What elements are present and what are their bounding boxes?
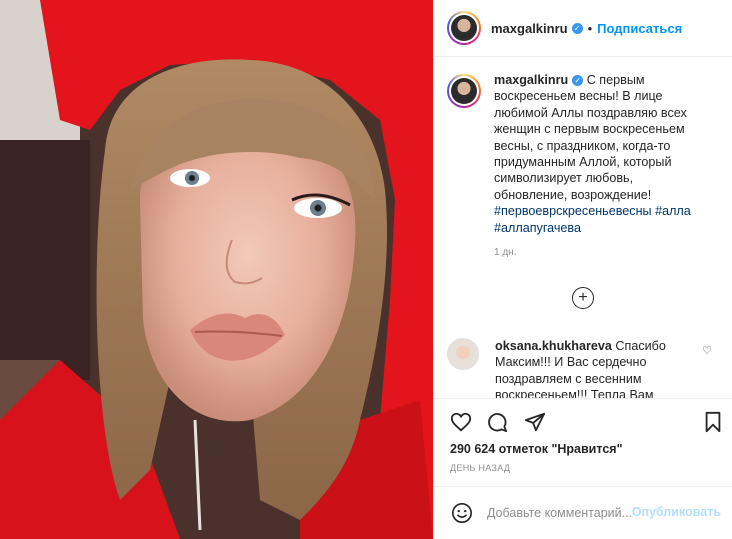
emoji-smile-icon[interactable] [451, 502, 473, 524]
post-timestamp[interactable]: ДЕНЬ НАЗАД [450, 463, 510, 473]
commenter-avatar[interactable] [447, 338, 479, 370]
likes-count[interactable]: 290 624 отметок "Нравится" [450, 442, 623, 456]
share-paper-plane-icon[interactable] [524, 411, 546, 433]
plus-circle-icon: + [578, 289, 588, 306]
caption-body: С первым воскресеньем весны! В лице люби… [494, 73, 687, 202]
hashtag-link[interactable]: #аллапугачева [494, 221, 581, 235]
hashtag-link[interactable]: #алла [655, 204, 691, 218]
post-photo-illustration [0, 0, 433, 539]
post-caption: maxgalkinru ✓ С первым воскресеньем весны… [447, 72, 719, 261]
verified-badge-icon: ✓ [572, 75, 584, 86]
author-avatar[interactable] [447, 11, 481, 45]
hashtag-link[interactable]: #первоеврскресеньевесны [494, 204, 652, 218]
post-side-panel: maxgalkinru ✓ • Подписаться maxgalkinru ✓… [433, 0, 732, 539]
like-heart-icon[interactable] [450, 411, 472, 433]
comment-bubble-icon[interactable] [486, 411, 508, 433]
save-bookmark-icon[interactable] [702, 411, 724, 433]
add-comment-bar: Опубликовать [434, 486, 732, 539]
comment-text-block: oksana.khukhareva Спасибо Максим!!! И Ва… [495, 338, 695, 398]
load-more-comments-button[interactable]: + [572, 287, 594, 309]
comment-like-heart-icon[interactable]: ♡ [702, 344, 712, 357]
caption-username[interactable]: maxgalkinru [494, 73, 568, 87]
action-icons-row [448, 411, 724, 437]
caption-author-avatar[interactable] [447, 74, 481, 108]
comment-username[interactable]: oksana.khukhareva [495, 339, 612, 353]
post-header: maxgalkinru ✓ • Подписаться [434, 0, 732, 57]
separator-dot: • [587, 20, 593, 36]
caption-timestamp[interactable]: 1 дн. [494, 245, 704, 261]
verified-badge-icon: ✓ [571, 22, 583, 34]
comment-input[interactable] [487, 506, 637, 520]
post-photo[interactable] [0, 0, 433, 539]
avatar-image [451, 78, 477, 104]
avatar-image [451, 15, 477, 41]
publish-comment-button[interactable]: Опубликовать [632, 505, 721, 519]
caption-text-block: maxgalkinru ✓ С первым воскресеньем весны… [494, 72, 704, 261]
author-username[interactable]: maxgalkinru [491, 21, 568, 36]
follow-button[interactable]: Подписаться [597, 21, 682, 36]
comment-item: oksana.khukhareva Спасибо Максим!!! И Ва… [447, 338, 719, 398]
